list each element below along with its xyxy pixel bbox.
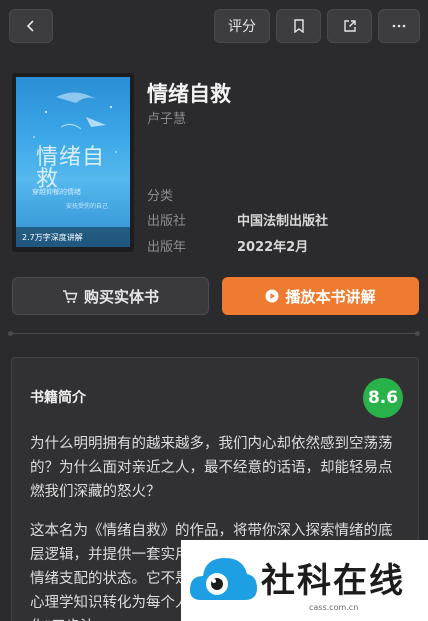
- watermark-text: 社科在线: [261, 561, 405, 601]
- cover-title: 情绪自救: [36, 145, 106, 192]
- cover-subtitle-2: 安抚受伤的自己: [66, 203, 109, 210]
- meta-year-value: 2022年2月: [237, 240, 309, 255]
- score-value: 8.6: [367, 388, 399, 408]
- rate-button-label: 评分: [228, 19, 256, 35]
- share-button[interactable]: [327, 9, 372, 43]
- chevron-left-icon: [26, 20, 34, 32]
- cover-badge-label: 2.7万字深度讲解: [22, 232, 83, 242]
- cart-icon: [62, 289, 78, 303]
- intro-paragraph-1: 为什么明明拥有的越来越多，我们内心却依然感到空荡荡的？为什么面对亲近之人，最不经…: [30, 436, 393, 500]
- section-divider: [12, 333, 416, 334]
- book-cover[interactable]: 情绪自救 穿越抑郁的情绪 安抚受伤的自己 2.7万字深度讲解: [12, 73, 134, 252]
- book-detail-page: 评分 情绪自救 穿越抑郁的情绪 安抚受伤的自己 2.7万字深度讲解 情绪自救 卢…: [0, 0, 428, 621]
- cloud-logo-icon: [189, 558, 257, 600]
- bookmark-button[interactable]: [276, 9, 321, 43]
- buy-button-label: 购买实体书: [83, 287, 159, 306]
- buy-physical-book-button[interactable]: 购买实体书: [12, 277, 209, 315]
- back-button[interactable]: [9, 9, 53, 43]
- meta-year-label: 出版年: [147, 240, 187, 255]
- play-circle-icon: [265, 289, 279, 303]
- meta-publisher-label: 出版社: [147, 214, 187, 229]
- top-bar: 评分: [0, 0, 428, 56]
- more-button[interactable]: [378, 9, 420, 43]
- play-book-explanation-button[interactable]: 播放本书讲解: [222, 277, 419, 315]
- meta-category-label: 分类: [147, 189, 174, 204]
- more-horizontal-icon: [392, 24, 406, 28]
- cover-subtitle: 穿越抑郁的情绪: [32, 188, 81, 196]
- share-icon: [343, 20, 356, 32]
- divider-dot-left: [8, 331, 13, 336]
- watermark-overlay: 社科在线 cass.com.cn: [181, 540, 428, 621]
- book-author[interactable]: 卢子慧: [147, 108, 186, 127]
- score-badge: 8.6: [363, 378, 403, 418]
- meta-publisher-value: 中国法制出版社: [237, 214, 329, 229]
- cover-badge: 2.7万字深度讲解: [16, 227, 130, 247]
- intro-heading: 书籍简介: [30, 390, 86, 406]
- watermark-url: cass.com.cn: [309, 603, 359, 612]
- bookmark-icon: [293, 19, 304, 33]
- rate-button[interactable]: 评分: [214, 9, 270, 43]
- divider-dot-right: [415, 331, 420, 336]
- book-cover-image: 情绪自救 穿越抑郁的情绪 安抚受伤的自己 2.7万字深度讲解: [16, 77, 130, 247]
- play-button-label: 播放本书讲解: [285, 287, 376, 306]
- book-title: 情绪自救: [147, 82, 231, 106]
